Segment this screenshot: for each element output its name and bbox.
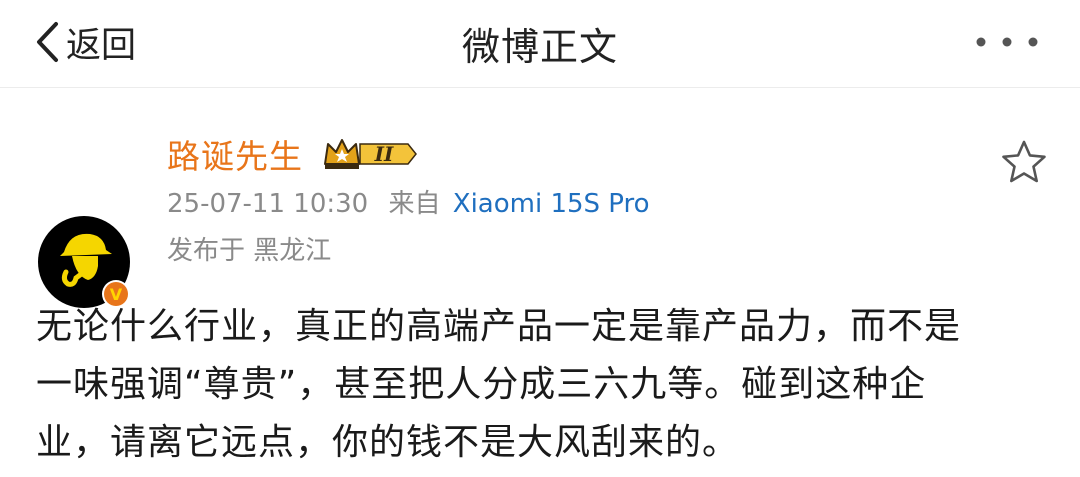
- more-dots-icon: [976, 37, 1038, 47]
- top-navbar: 返回 微博正文: [0, 0, 1080, 88]
- vip-level-text: II: [374, 142, 394, 166]
- post-card: V 路诞先生 II 25-07-11 10:30 来自 Xiaomi 15S P…: [0, 88, 1080, 476]
- vip-badge: II: [322, 134, 418, 174]
- post-timestamp: 25-07-11 10:30: [167, 189, 369, 219]
- avatar[interactable]: V: [36, 214, 132, 310]
- source-prefix: 来自: [388, 189, 441, 219]
- more-button[interactable]: [972, 30, 1042, 54]
- avatar-detective-icon: V: [38, 216, 130, 308]
- star-icon: [1002, 140, 1046, 183]
- post-meta: 25-07-11 10:30 来自 Xiaomi 15S Pro: [167, 183, 650, 220]
- post-location: 发布于 黑龙江: [167, 236, 332, 266]
- source-device-link[interactable]: Xiaomi 15S Pro: [453, 189, 650, 219]
- post-text-line: 一味强调“尊贵”，甚至把人分成三六九等。碰到这种企: [36, 364, 927, 405]
- post-text-line: 无论什么行业，真正的高端产品一定是靠产品力，而不是: [36, 306, 962, 347]
- post-text-line: 业，请离它远点，你的钱不是大风刮来的。: [36, 422, 740, 463]
- crown-icon: [324, 139, 360, 169]
- author-name[interactable]: 路诞先生: [167, 130, 303, 178]
- favorite-button[interactable]: [1000, 138, 1048, 186]
- post-body: 无论什么行业，真正的高端产品一定是靠产品力，而不是 一味强调“尊贵”，甚至把人分…: [36, 298, 1046, 472]
- page-title: 微博正文: [461, 25, 618, 69]
